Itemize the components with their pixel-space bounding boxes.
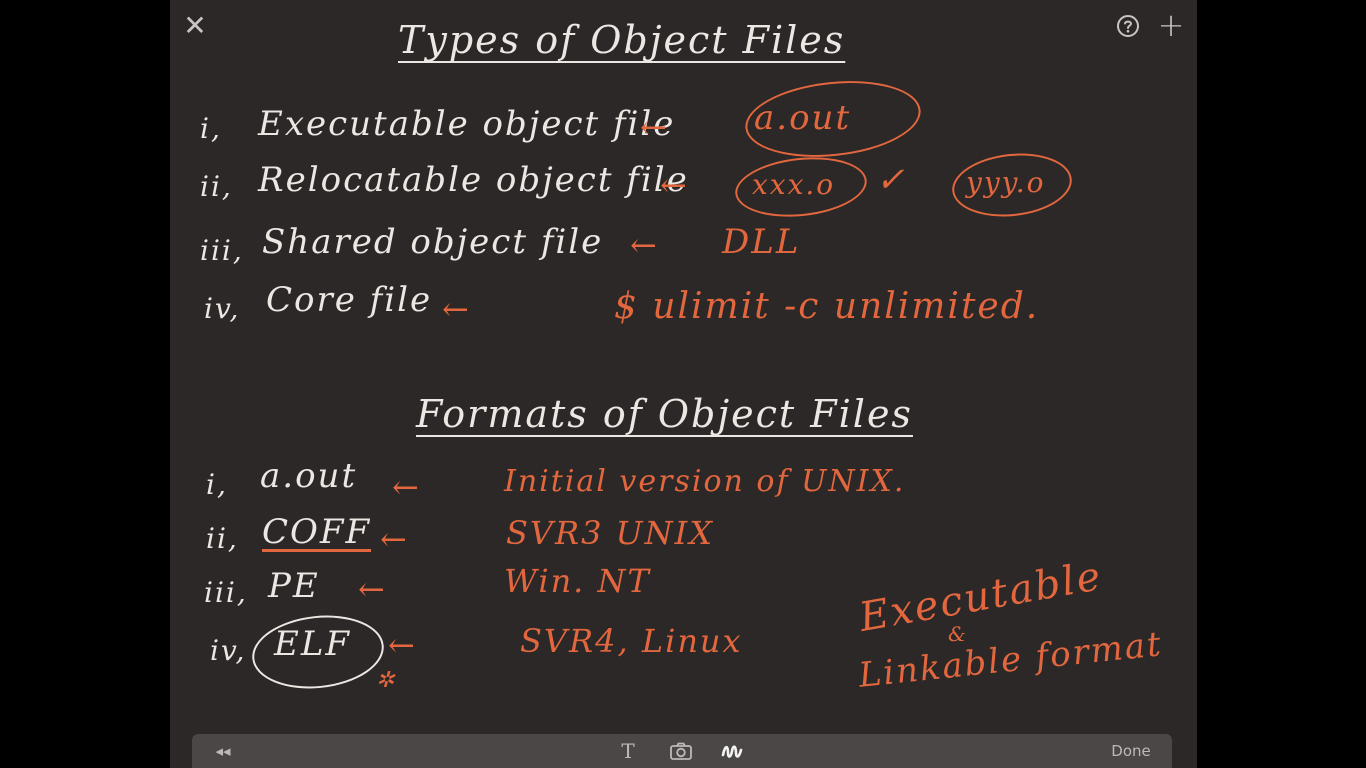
format4-note: SVR4, Linux <box>520 622 743 660</box>
item4-label: Core file <box>266 280 433 320</box>
item4-number: iv, <box>204 292 241 325</box>
format3-number: iii, <box>204 576 248 609</box>
section2-title: Formats of Object Files <box>416 392 913 436</box>
item3-number: iii, <box>200 234 244 267</box>
help-icon[interactable] <box>1114 12 1142 40</box>
item4-arrow: ← <box>442 290 469 328</box>
format1-note: Initial version of UNIX. <box>504 464 906 499</box>
camera-glyph <box>670 742 692 760</box>
whiteboard-canvas[interactable]: ✕ + Types of Object Files i, Executable … <box>170 0 1197 768</box>
section1-title: Types of Object Files <box>398 18 846 62</box>
pen-tool-icon[interactable] <box>720 739 746 763</box>
format1-label: a.out <box>260 456 358 496</box>
side-note-line2: Linkable format <box>856 624 1165 696</box>
item3-note: DLL <box>722 222 801 262</box>
bottom-toolbar: ◂◂ T Done <box>192 734 1172 768</box>
add-icon[interactable]: + <box>1154 6 1188 44</box>
item2-note: xxx.o <box>752 168 836 201</box>
done-button[interactable]: Done <box>1106 739 1156 763</box>
item4-note: $ ulimit -c unlimited. <box>614 286 1040 327</box>
item2-label: Relocatable object file <box>258 160 689 200</box>
star-mark: ✲ <box>376 668 397 693</box>
side-note-line1: Executable <box>855 553 1106 641</box>
item1-number: i, <box>200 112 222 145</box>
format4-number: iv, <box>210 634 247 667</box>
text-tool-icon[interactable]: T <box>618 739 638 763</box>
squiggle-glyph <box>721 745 743 758</box>
format1-number: i, <box>206 468 228 501</box>
item3-label: Shared object file <box>262 222 604 262</box>
side-note-amp: & <box>948 622 968 646</box>
format2-note: SVR3 UNIX <box>506 514 715 552</box>
item1-note: a.out <box>754 98 852 138</box>
item2-number: ii, <box>200 170 233 203</box>
camera-icon[interactable] <box>668 739 694 763</box>
item2-note2: yyy.o <box>966 166 1046 199</box>
item1-arrow: ← <box>640 108 667 146</box>
format4-arrow: ← <box>388 626 415 664</box>
format3-note: Win. NT <box>504 562 651 600</box>
question-circle-icon <box>1117 15 1139 37</box>
format4-label: ELF <box>274 624 351 664</box>
format3-label: PE <box>268 566 320 606</box>
format2-arrow: ← <box>380 520 407 558</box>
format1-arrow: ← <box>392 468 419 506</box>
item2-arrow: ← <box>660 166 687 204</box>
format2-label: COFF <box>262 512 372 552</box>
format2-number: ii, <box>206 522 239 555</box>
item3-arrow: ← <box>630 226 657 264</box>
item1-label: Executable object file <box>258 104 676 144</box>
rewind-icon[interactable]: ◂◂ <box>210 739 236 763</box>
close-icon[interactable]: ✕ <box>180 8 210 42</box>
item2-check: ✓ <box>876 160 907 200</box>
format3-arrow: ← <box>358 570 385 608</box>
